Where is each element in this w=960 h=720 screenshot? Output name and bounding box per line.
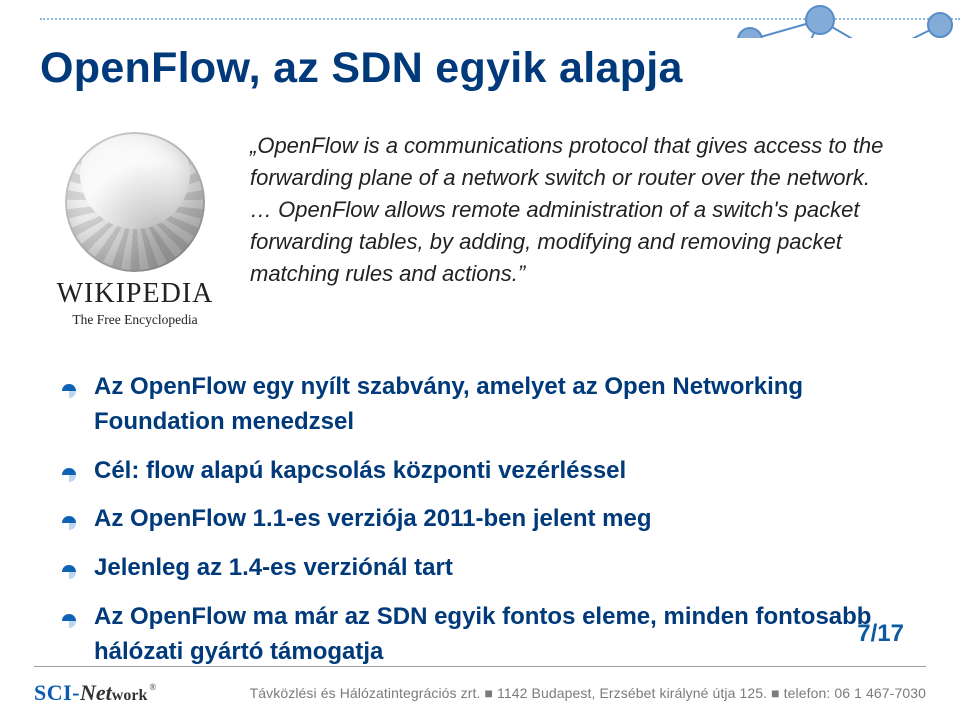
logo-net: Net [80,680,112,706]
list-item-text: Az OpenFlow ma már az SDN egyik fontos e… [94,603,871,665]
bullet-list: Az OpenFlow egy nyílt szabvány, amelyet … [60,370,910,684]
logo-registered: ® [149,682,156,692]
list-item: Jelenleg az 1.4-es verziónál tart [60,551,910,586]
quote-close: ” [518,261,525,286]
quote-p2: OpenFlow allows remote administration of… [250,197,859,286]
network-graphic [730,0,960,38]
footer-divider [34,666,926,667]
list-item: Cél: flow alapú kapcsolás központi vezér… [60,454,910,489]
wikipedia-logo: WIKIPEDIA The Free Encyclopedia [40,132,230,328]
company-logo: SCI- Net work ® [34,680,154,706]
quote-block: „OpenFlow is a communications protocol t… [250,130,900,289]
page-current: 7 [857,620,870,647]
wikipedia-globe-icon [65,132,205,272]
page-total: 17 [877,620,904,647]
list-item: Az OpenFlow 1.1-es verziója 2011-ben jel… [60,502,910,537]
list-item: Az OpenFlow ma már az SDN egyik fontos e… [60,600,910,670]
bullet-icon [60,376,78,394]
footer-text: Távközlési és Hálózatintegrációs zrt. ■ … [250,685,926,701]
bullet-icon [60,606,78,624]
wikipedia-tagline: The Free Encyclopedia [40,312,230,328]
bullet-icon [60,508,78,526]
list-item: Az OpenFlow egy nyílt szabvány, amelyet … [60,370,910,440]
page-number: 7/17 [857,620,904,648]
header-accent [0,0,960,38]
list-item-text: Az OpenFlow 1.1-es verziója 2011-ben jel… [94,505,652,532]
logo-sci: SCI- [34,680,80,706]
quote-ellipsis: … [250,197,278,222]
bullet-icon [60,460,78,478]
quote-p1: OpenFlow is a communications protocol th… [250,133,883,190]
network-svg [730,0,960,38]
slide-title: OpenFlow, az SDN egyik alapja [40,44,920,93]
slide: OpenFlow, az SDN egyik alapja WIKIPEDIA … [0,0,960,720]
list-item-text: Jelenleg az 1.4-es verziónál tart [94,554,453,581]
list-item-text: Cél: flow alapú kapcsolás központi vezér… [94,457,626,484]
logo-work: work [112,687,148,705]
wikipedia-name: WIKIPEDIA [40,278,230,310]
bullet-icon [60,557,78,575]
list-item-text: Az OpenFlow egy nyílt szabvány, amelyet … [94,373,803,435]
footer: SCI- Net work ® Távközlési és Hálózatint… [0,666,960,720]
